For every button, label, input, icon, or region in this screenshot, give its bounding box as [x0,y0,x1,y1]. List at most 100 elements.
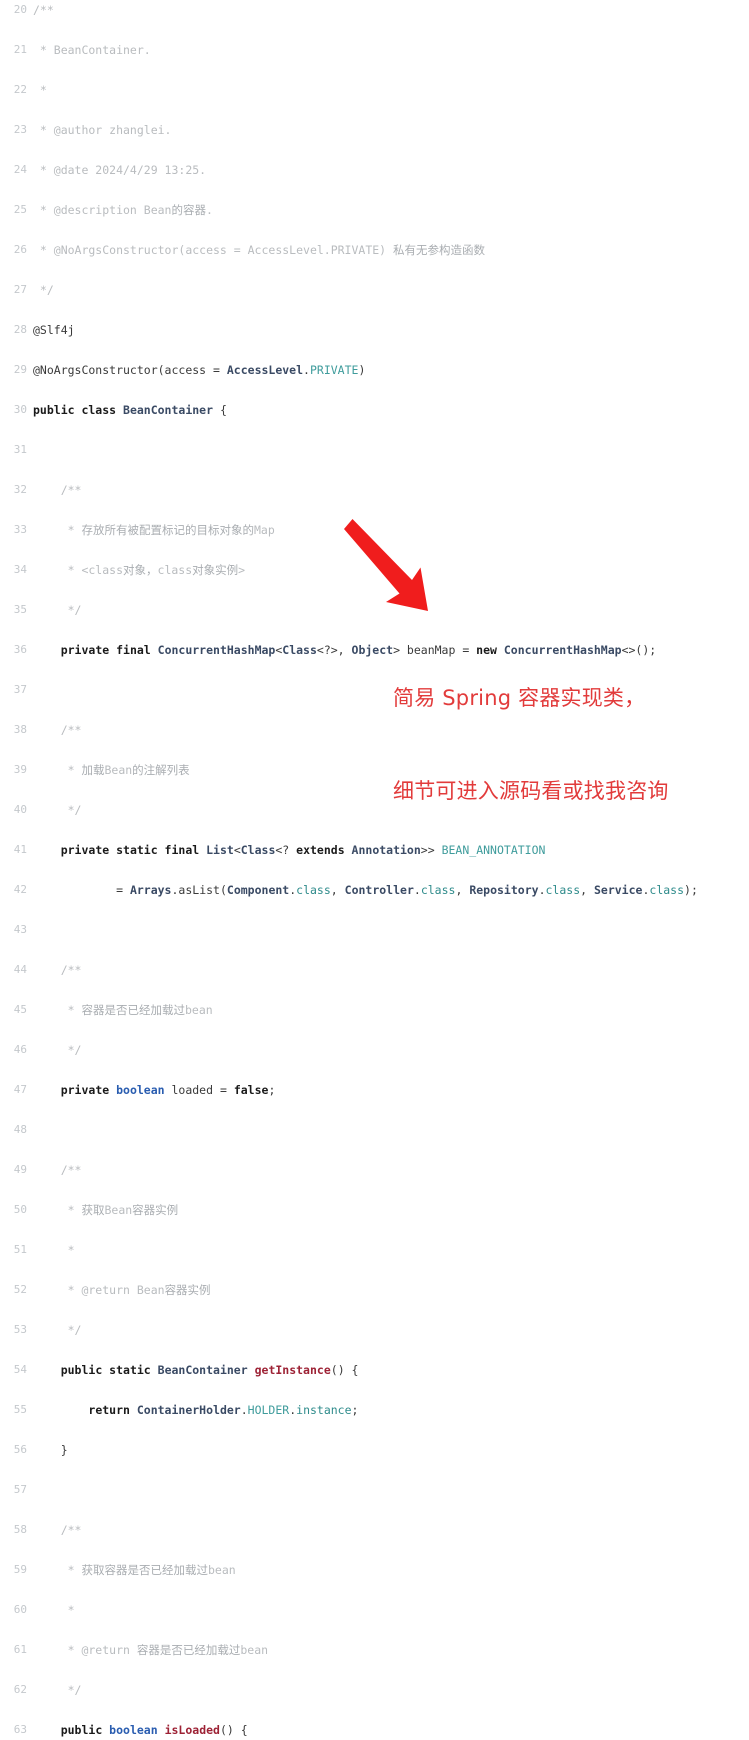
line-number: 23 [13,123,27,136]
code-token: loaded = [164,1083,234,1097]
code-token: */ [33,803,82,817]
code-line[interactable]: 33 * 存放所有被配置标记的目标对象的Map [0,520,749,540]
code-token: boolean [109,1723,158,1737]
code-line[interactable]: 60 * [0,1600,749,1620]
code-line[interactable]: 28 @Slf4j [0,320,749,340]
code-token: public [60,1723,110,1737]
code-line[interactable]: 57 [0,1480,749,1500]
code-line[interactable]: 48 [0,1120,749,1140]
code-token: * [33,1003,82,1017]
code-line[interactable]: 35 */ [0,600,749,620]
code-token: * [33,1203,82,1217]
code-line[interactable]: 27 */ [0,280,749,300]
code-line[interactable]: 24 * @date 2024/4/29 13:25. [0,160,749,180]
code-token: /** [33,1523,82,1537]
code-line-content: private final ConcurrentHashMap<Class<?>… [33,640,657,660]
code-token: 对象实例 [192,563,239,577]
code-line[interactable]: 38 /** [0,720,749,740]
code-line[interactable]: 42 = Arrays.asList(Component.class, Cont… [0,880,749,900]
code-line[interactable]: 25 * @description Bean的容器. [0,200,749,220]
code-editor-pane[interactable]: 20 /** 21 * BeanContainer. 22 * 23 * @author… [0,0,749,1737]
code-token: . [240,1403,248,1417]
code-token: Map [253,523,275,537]
code-line[interactable]: 56 } [0,1440,749,1460]
code-line[interactable]: 23 * @author zhanglei. [0,120,749,140]
code-line[interactable]: 55 return ContainerHolder.HOLDER.instanc… [0,1400,749,1420]
code-line[interactable]: 41 private static final List<Class<? ext… [0,840,749,860]
code-line[interactable]: 50 * 获取Bean容器实例 [0,1200,749,1220]
code-line[interactable]: 20 /** [0,0,749,20]
code-token: Bean [104,763,133,777]
code-token: , [580,883,594,897]
code-line[interactable]: 37 [0,680,749,700]
code-token: new [476,643,504,657]
code-token: { [213,403,227,417]
code-token: * @return Bean [33,1283,165,1297]
code-line[interactable]: 26 * @NoArgsConstructor(access = AccessL… [0,240,749,260]
line-number: 45 [13,1003,27,1016]
code-line[interactable]: 44 /** [0,960,749,980]
code-token: . [171,883,179,897]
code-line[interactable]: 62 */ [0,1680,749,1700]
code-line[interactable]: 58 /** [0,1520,749,1540]
code-line[interactable]: 54 public static BeanContainer getInstan… [0,1360,749,1380]
line-number: 61 [13,1643,27,1656]
code-token: bean [207,1563,236,1577]
code-line[interactable]: 53 */ [0,1320,749,1340]
code-line-content: /** [33,480,82,500]
code-line[interactable]: 32 /** [0,480,749,500]
code-line-content: /** [33,960,82,980]
code-line-content: /** [33,1160,82,1180]
code-line-content: = Arrays.asList(Component.class, Control… [33,880,698,900]
code-line-content: return ContainerHolder.HOLDER.instance; [33,1400,358,1420]
code-line[interactable]: 29 @NoArgsConstructor(access = AccessLeve… [0,360,749,380]
line-number: 63 [13,1723,27,1736]
code-line[interactable]: 59 * 获取容器是否已经加载过bean [0,1560,749,1580]
code-token: class [545,883,581,897]
code-token: /** [33,963,82,977]
code-line-content: */ [33,600,82,620]
line-number: 34 [13,563,27,576]
code-line-content: * BeanContainer. [33,40,151,60]
code-line[interactable]: 22 * [0,80,749,100]
code-line-content: private boolean loaded = false; [33,1080,276,1100]
code-line[interactable]: 47 private boolean loaded = false; [0,1080,749,1100]
line-number: 21 [13,43,27,56]
code-line[interactable]: 31 [0,440,749,460]
code-token: . [205,203,213,217]
code-token: < [233,843,241,857]
line-number: 37 [13,683,27,696]
code-line[interactable]: 52 * @return Bean容器实例 [0,1280,749,1300]
code-token: * @author zhanglei. [33,123,172,137]
code-line-content: * <class对象，class对象实例> [33,560,245,580]
code-token: private static final [60,843,207,857]
code-token: instance [296,1403,352,1417]
code-line[interactable]: 30 public class BeanContainer { [0,400,749,420]
code-line-content: } [33,1440,68,1460]
code-line[interactable]: 49 /** [0,1160,749,1180]
code-token: AccessLevel [226,363,304,377]
code-line[interactable]: 21 * BeanContainer. [0,40,749,60]
code-line-content: * [33,80,47,100]
code-line[interactable]: 34 * <class对象，class对象实例> [0,560,749,580]
code-line[interactable]: 51 * [0,1240,749,1260]
code-line[interactable]: 45 * 容器是否已经加载过bean [0,1000,749,1020]
code-token: () { [330,1363,359,1377]
code-token: 容器实例 [164,1283,211,1297]
code-token: class [296,883,331,897]
code-token: 获取 [81,1203,105,1217]
code-line[interactable]: 40 */ [0,800,749,820]
code-token: /** [33,483,82,497]
line-number: 52 [13,1283,27,1296]
code-line[interactable]: 36 private final ConcurrentHashMap<Class… [0,640,749,660]
code-token: Bean [104,1203,133,1217]
code-line[interactable]: 43 [0,920,749,940]
code-token: } [33,1443,68,1457]
code-line[interactable]: 63 public boolean isLoaded() { [0,1720,749,1740]
code-line[interactable]: 39 * 加载Bean的注解列表 [0,760,749,780]
code-line[interactable]: 46 */ [0,1040,749,1060]
code-line[interactable]: 61 * @return 容器是否已经加载过bean [0,1640,749,1660]
code-line-content: /** [33,0,54,20]
